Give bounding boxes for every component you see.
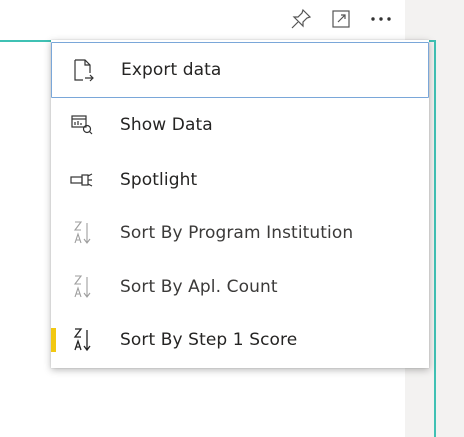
menu-item-label: Sort By Apl. Count [120, 277, 278, 297]
visual-options-menu: Export data Show Data Spotlight Sort By … [51, 40, 429, 368]
menu-item-spotlight[interactable]: Spotlight [51, 152, 429, 208]
sort-za-icon [69, 327, 95, 353]
menu-item-sort-step1-score[interactable]: Sort By Step 1 Score [51, 312, 429, 368]
menu-item-label: Sort By Step 1 Score [120, 330, 298, 350]
menu-item-label: Show Data [120, 115, 213, 135]
focus-mode-button[interactable] [328, 4, 354, 34]
visual-right-border [434, 40, 436, 437]
menu-item-label: Sort By Program Institution [120, 223, 354, 243]
table-chart-icon [69, 112, 95, 138]
menu-item-show-data[interactable]: Show Data [51, 97, 429, 153]
export-icon [70, 57, 96, 83]
menu-item-label: Export data [121, 60, 222, 80]
more-options-icon [371, 17, 391, 21]
pin-icon [291, 8, 312, 29]
menu-item-label: Spotlight [120, 170, 198, 190]
sort-za-icon [69, 220, 95, 246]
pin-visual-button[interactable] [288, 4, 314, 34]
sort-za-icon [69, 274, 95, 300]
more-options-button[interactable] [368, 4, 394, 34]
spotlight-icon [69, 167, 95, 193]
menu-item-export-data[interactable]: Export data [51, 42, 429, 98]
menu-item-sort-program-institution[interactable]: Sort By Program Institution [51, 205, 429, 261]
menu-item-sort-apl-count[interactable]: Sort By Apl. Count [51, 259, 429, 315]
focus-mode-icon [332, 10, 350, 28]
visual-header [288, 2, 394, 36]
active-sort-indicator [51, 328, 56, 352]
